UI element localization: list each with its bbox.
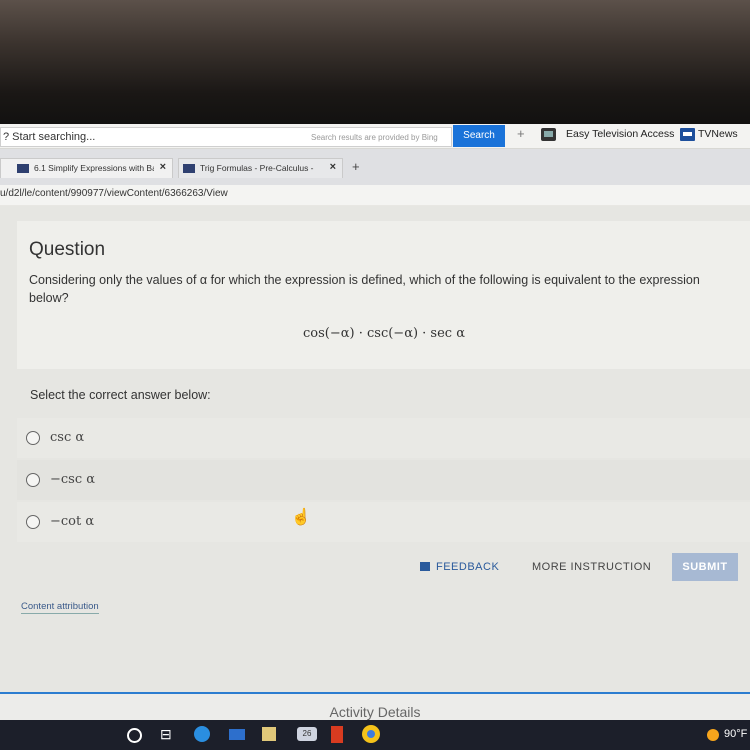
new-tab-button[interactable]: + xyxy=(352,159,360,174)
office-icon[interactable] xyxy=(331,726,343,743)
feedback-label: FEEDBACK xyxy=(436,561,500,573)
search-input[interactable]: ? Start searching... Search results are … xyxy=(0,127,452,147)
tab-simplify-expressions[interactable]: 6.1 Simplify Expressions with Basi × xyxy=(0,158,173,178)
feedback-button[interactable]: FEEDBACK xyxy=(420,561,499,573)
search-button[interactable]: Search xyxy=(453,125,505,147)
tab-bar: 6.1 Simplify Expressions with Basi × Tri… xyxy=(0,149,750,185)
submit-button[interactable]: SUBMIT xyxy=(672,553,738,581)
weather-icon[interactable] xyxy=(707,729,719,741)
search-placeholder: ? Start searching... xyxy=(3,131,96,143)
question-card: Question Considering only the values of … xyxy=(17,221,750,369)
select-answer-label: Select the correct answer below: xyxy=(30,388,211,402)
tab-trig-formulas[interactable]: Trig Formulas - Pre-Calculus - Se × xyxy=(178,158,343,178)
edge-icon[interactable] xyxy=(194,726,210,742)
chrome-icon[interactable] xyxy=(362,725,380,743)
temperature-label: 90°F xyxy=(724,728,748,740)
laptop-bezel xyxy=(0,0,750,125)
tvnews-link[interactable]: TVNews xyxy=(698,128,738,140)
feedback-icon xyxy=(420,562,430,571)
content-page: Question Considering only the values of … xyxy=(0,206,750,726)
more-instruction-button[interactable]: MORE INSTRUCTION xyxy=(532,561,651,573)
store-icon[interactable] xyxy=(262,727,276,741)
browser-screen: ? Start searching... Search results are … xyxy=(0,124,750,750)
content-attribution-link[interactable]: Content attribution xyxy=(21,601,99,614)
cortana-icon[interactable] xyxy=(127,728,142,743)
calendar-badge-icon[interactable]: 26 xyxy=(297,727,317,741)
address-bar[interactable]: u/d2l/le/content/990977/viewContent/6366… xyxy=(0,185,750,205)
close-icon[interactable]: × xyxy=(160,161,166,173)
search-toolbar: ? Start searching... Search results are … xyxy=(0,124,750,149)
tv-icon xyxy=(541,128,556,141)
easy-tv-link[interactable]: Easy Television Access xyxy=(566,128,674,140)
task-view-icon[interactable]: ⊟ xyxy=(160,726,172,743)
question-text: Considering only the values of α for whi… xyxy=(29,273,700,305)
activity-details-link[interactable]: Activity Details xyxy=(0,704,750,720)
tab-title: 6.1 Simplify Expressions with Basi xyxy=(34,163,154,173)
hand-cursor-icon: ☝ xyxy=(291,509,311,526)
answer-option-label: csc α xyxy=(50,430,85,445)
tab-title: Trig Formulas - Pre-Calculus - Se xyxy=(200,163,315,173)
answer-option-label: −csc α xyxy=(50,472,96,487)
add-shortcut-button[interactable]: + xyxy=(517,126,525,141)
question-heading: Question xyxy=(29,239,106,260)
url-text: u/d2l/le/content/990977/viewContent/6366… xyxy=(0,188,228,199)
radio-button[interactable] xyxy=(26,515,40,529)
close-icon[interactable]: × xyxy=(330,161,336,173)
site-favicon-icon xyxy=(183,164,195,173)
radio-button[interactable] xyxy=(26,431,40,445)
answer-option[interactable]: csc α xyxy=(17,418,750,458)
answer-option[interactable]: −cot α xyxy=(17,502,750,542)
bing-note: Search results are provided by Bing xyxy=(311,133,438,142)
windows-taskbar: ⊟ 26 90°F xyxy=(0,720,750,750)
tvnews-icon xyxy=(680,128,695,141)
site-favicon-icon xyxy=(17,164,29,173)
mail-icon[interactable] xyxy=(229,729,245,740)
radio-button[interactable] xyxy=(26,473,40,487)
question-formula: cos(−α) · csc(−α) · sec α xyxy=(303,326,465,341)
answer-option-label: −cot α xyxy=(50,514,95,529)
answer-option[interactable]: −csc α xyxy=(17,460,750,500)
